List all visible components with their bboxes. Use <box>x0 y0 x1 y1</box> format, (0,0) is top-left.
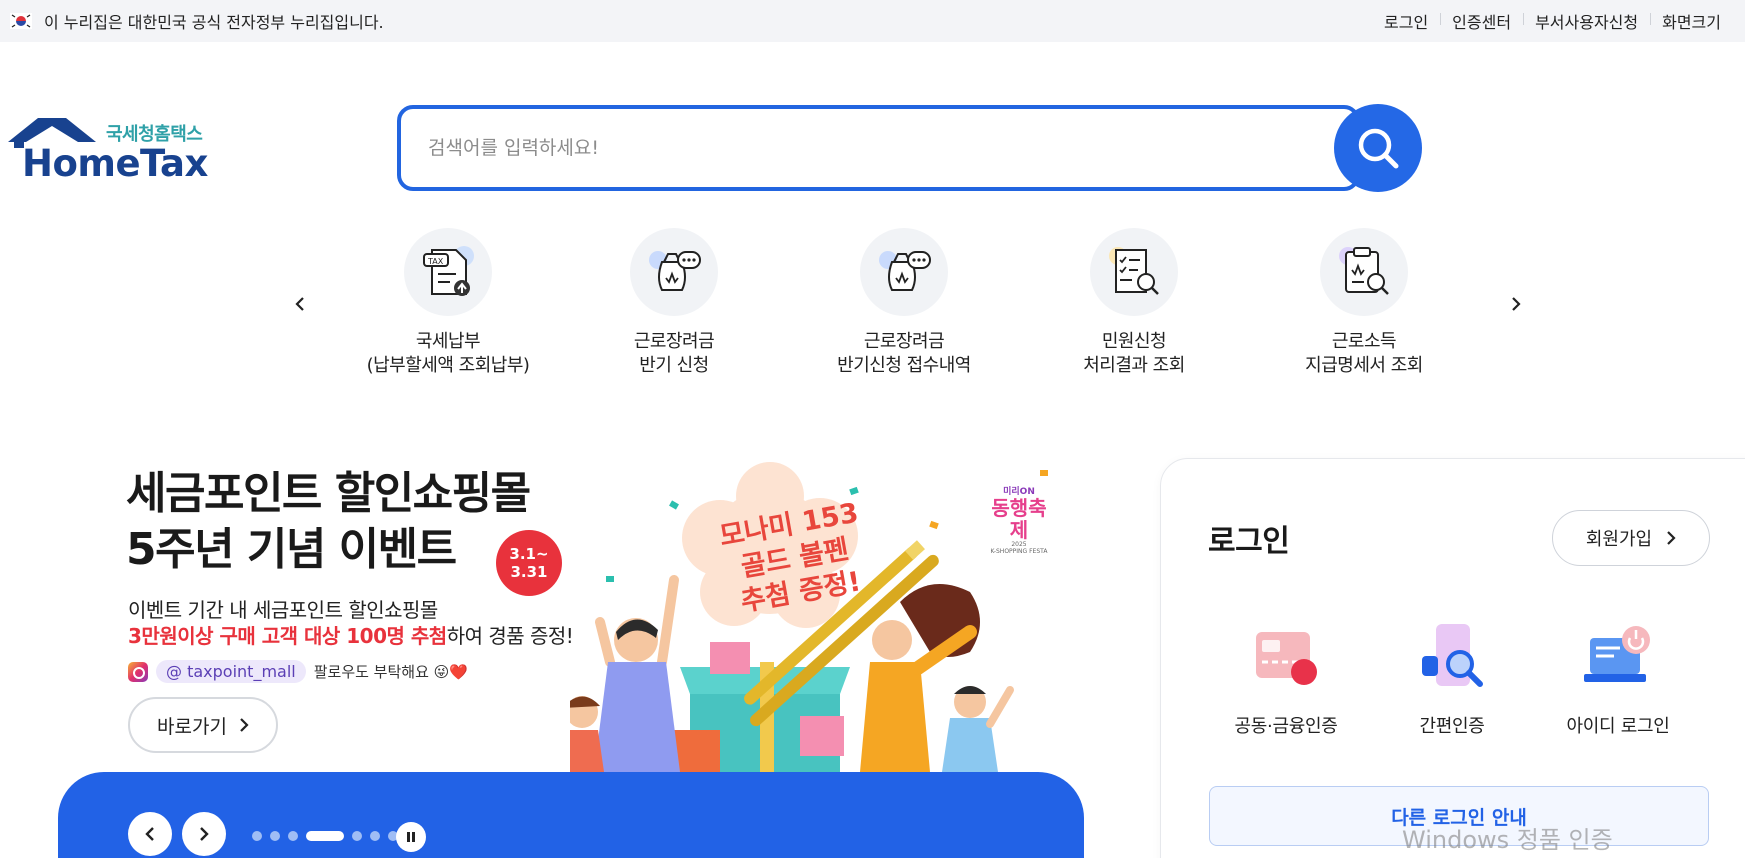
banner-next-button[interactable] <box>182 812 226 856</box>
svg-text:TAX: TAX <box>427 257 444 266</box>
money-bag-chat-icon <box>879 251 931 291</box>
quick-menu-label: 국세납부 (납부할세액 조회납부) <box>366 331 530 376</box>
tax-upload-icon: TAX <box>423 246 474 296</box>
banner-pause-button[interactable] <box>396 822 426 852</box>
search-icon <box>1358 128 1399 169</box>
chevron-right-icon <box>1667 531 1676 545</box>
gov-notice-bar: 이 누리집은 대한민국 공식 전자정부 누리집입니다. 로그인 인증센터 부서사… <box>0 0 1745 42</box>
banner-pagination <box>252 831 398 841</box>
instagram-icon <box>128 661 148 682</box>
quick-icon-bg <box>1320 228 1408 316</box>
laptop-power-icon <box>1584 626 1650 682</box>
banner-subtitle: 이벤트 기간 내 세금포인트 할인쇼핑몰 <box>128 598 438 622</box>
pagination-dot[interactable] <box>270 831 280 841</box>
certificate-card-icon <box>1256 632 1317 685</box>
login-option-label: 공동·금융인증 <box>1234 716 1338 737</box>
quick-menu-tax-payment[interactable]: TAX 국세납부 (납부할세액 조회납부) <box>348 228 548 378</box>
search-input[interactable] <box>428 130 1308 166</box>
quick-icon-bg <box>630 228 718 316</box>
search-button[interactable] <box>1334 104 1422 192</box>
quick-menu-prev-button[interactable] <box>288 292 312 316</box>
banner-go-button[interactable]: 바로가기 <box>128 697 278 753</box>
instagram-note: 팔로우도 부탁해요 😜❤️ <box>313 663 468 681</box>
quick-menu-earned-income-apply[interactable]: 근로장려금 반기 신청 <box>574 228 774 378</box>
quick-menu-label: 근로장려금 반기신청 접수내역 <box>837 331 971 376</box>
logo-english: HomeTax <box>22 142 208 185</box>
quick-menu-label: 근로장려금 반기 신청 <box>633 331 715 376</box>
util-login-link[interactable]: 로그인 <box>1372 9 1440 33</box>
pagination-dot-active[interactable] <box>306 831 344 841</box>
quick-icon-bg: TAX <box>404 228 492 316</box>
pagination-dot[interactable] <box>352 831 362 841</box>
quick-icon-bg <box>860 228 948 316</box>
banner-title: 세금포인트 할인쇼핑몰 5주년 기념 이벤트 <box>126 468 531 575</box>
hometax-logo[interactable]: 국세청홈택스 HomeTax <box>8 116 208 186</box>
login-simple-option[interactable]: 간편인증 <box>1372 620 1532 738</box>
login-option-label: 간편인증 <box>1419 716 1485 737</box>
join-button[interactable]: 회원가입 <box>1552 510 1710 566</box>
quick-menu-civil-result[interactable]: 민원신청 처리결과 조회 <box>1034 228 1234 378</box>
hometax-page: 이 누리집은 대한민국 공식 전자정부 누리집입니다. 로그인 인증센터 부서사… <box>0 0 1745 858</box>
login-certificate-option[interactable]: 공동·금융인증 <box>1206 620 1366 738</box>
chevron-right-icon <box>200 827 209 841</box>
login-option-label: 아이디 로그인 <box>1566 716 1670 737</box>
login-title: 로그인 <box>1208 524 1290 559</box>
quick-menu-next-button[interactable] <box>1504 292 1528 316</box>
banner-prev-button[interactable] <box>128 812 172 856</box>
pagination-dot[interactable] <box>370 831 380 841</box>
quick-menu-earned-income-history[interactable]: 근로장려금 반기신청 접수내역 <box>804 228 1004 378</box>
banner-date-badge: 3.1~ 3.31 <box>496 530 562 596</box>
quick-menu-income-statement[interactable]: 근로소득 지급명세서 조회 <box>1264 228 1464 378</box>
pause-icon <box>407 832 415 842</box>
korea-flag-icon <box>10 13 32 29</box>
chevron-left-icon <box>145 827 154 841</box>
quick-icon-bg <box>1090 228 1178 316</box>
util-screen-size-link[interactable]: 화면크기 <box>1650 9 1733 33</box>
quick-menu-label: 근로소득 지급명세서 조회 <box>1305 331 1423 376</box>
quick-menu-label: 민원신청 처리결과 조회 <box>1083 331 1185 376</box>
util-dept-user-link[interactable]: 부서사용자신청 <box>1523 9 1650 33</box>
phone-search-icon <box>1422 624 1483 687</box>
util-cert-center-link[interactable]: 인증센터 <box>1440 9 1523 33</box>
chevron-right-icon <box>1512 297 1521 311</box>
windows-activation-watermark: Windows 정품 인증 <box>1402 826 1613 854</box>
gov-notice: 이 누리집은 대한민국 공식 전자정부 누리집입니다. <box>10 9 384 33</box>
pagination-dot[interactable] <box>288 831 298 841</box>
login-id-option[interactable]: 아이디 로그인 <box>1538 620 1698 738</box>
banner-instagram: @ taxpoint_mall 팔로우도 부탁해요 😜❤️ <box>128 660 468 683</box>
money-bag-chat-icon <box>649 251 701 291</box>
checklist-search-icon <box>1109 247 1159 295</box>
banner-highlight: 3만원이상 구매 고객 대상 100명 추첨하여 경품 증정! <box>128 624 574 648</box>
chevron-right-icon <box>240 718 249 732</box>
festival-logo: 미리ON 동행축제 2025 K-SHOPPING FESTA <box>990 487 1048 555</box>
chevron-left-icon <box>295 297 304 311</box>
utility-menu: 로그인 인증센터 부서사용자신청 화면크기 <box>1372 9 1733 33</box>
pagination-dot[interactable] <box>252 831 262 841</box>
gov-notice-text: 이 누리집은 대한민국 공식 전자정부 누리집입니다. <box>44 13 384 32</box>
instagram-handle: @ taxpoint_mall <box>156 660 306 683</box>
clipboard-search-icon <box>1339 247 1389 295</box>
